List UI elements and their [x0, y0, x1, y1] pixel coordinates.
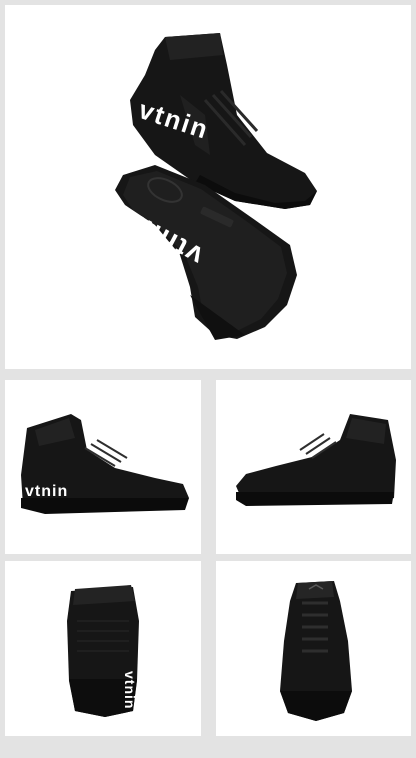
lateral-view-panel: vtnin	[5, 380, 201, 554]
lateral-shoe-illustration: vtnin	[21, 414, 189, 514]
heel-brand-text: vtnin	[122, 671, 138, 709]
toe-shoe-illustration	[280, 581, 352, 721]
toe-view-panel	[216, 561, 411, 736]
hero-photo-panel: vtnin vtnin	[5, 5, 411, 369]
heel-view-panel: vtnin	[5, 561, 201, 736]
medial-view-panel	[216, 380, 411, 554]
hero-shoes-illustration: vtnin vtnin	[115, 33, 317, 340]
medial-shoe-illustration	[236, 414, 396, 506]
heel-shoe-illustration: vtnin	[67, 585, 139, 717]
lateral-brand-text: vtnin	[25, 483, 68, 500]
